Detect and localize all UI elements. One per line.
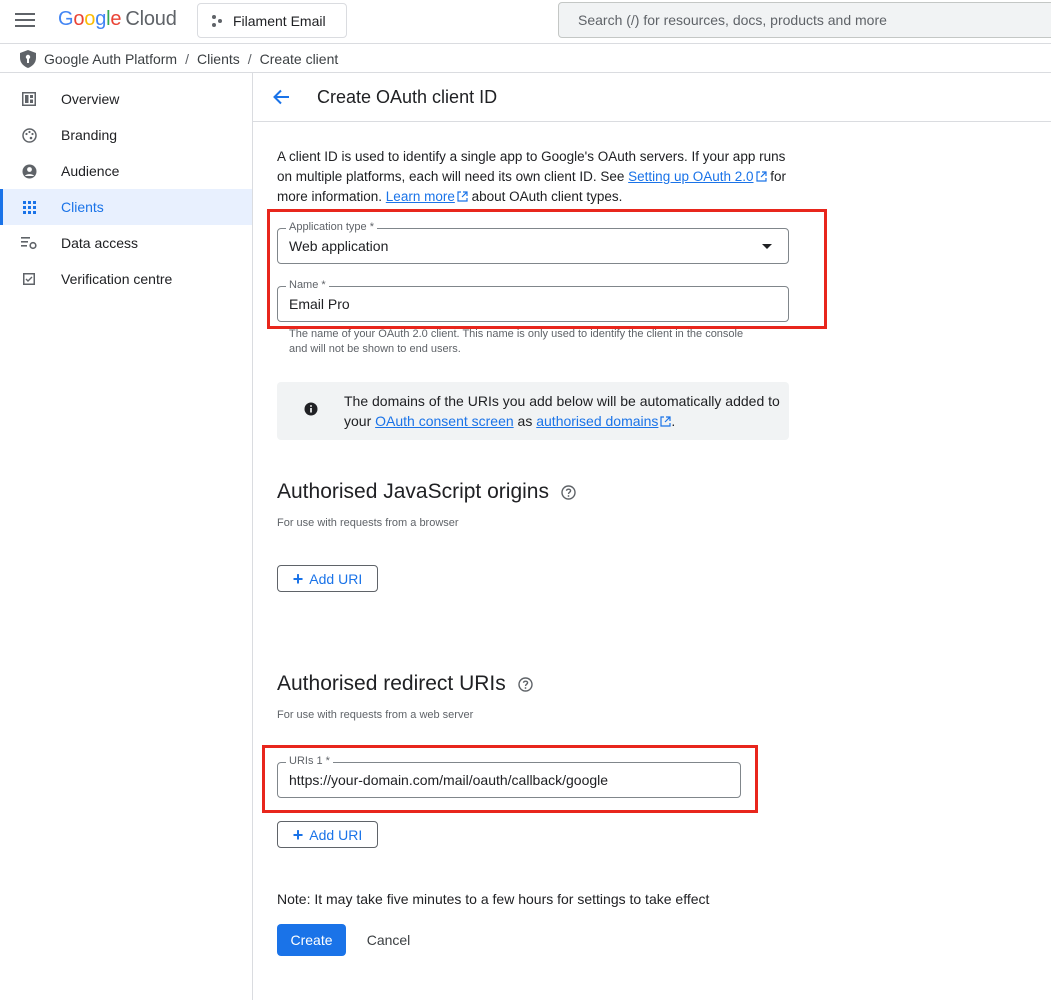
back-arrow-icon[interactable] xyxy=(272,87,292,107)
palette-icon xyxy=(21,127,37,143)
sidebar-item-clients[interactable]: Clients xyxy=(0,189,252,225)
add-uri-label: Add URI xyxy=(309,826,363,843)
info-text-part: . xyxy=(671,413,676,429)
info-text: The domains of the URIs you add below wi… xyxy=(344,391,784,431)
authorised-domains-link[interactable]: authorised domains xyxy=(536,413,658,429)
create-button[interactable]: Create xyxy=(277,924,346,956)
help-icon[interactable] xyxy=(561,484,576,500)
plus-icon: + xyxy=(292,568,304,589)
sidebar-item-label: Branding xyxy=(61,127,118,143)
sidebar-item-audience[interactable]: Audience xyxy=(0,153,252,189)
search-input[interactable] xyxy=(578,12,1051,28)
add-uri-label: Add URI xyxy=(309,570,363,587)
open-in-new-icon xyxy=(457,191,468,202)
redirect-uri-input[interactable] xyxy=(289,772,729,788)
sidebar-item-data-access[interactable]: Data access xyxy=(0,225,252,261)
setting-up-oauth-link[interactable]: Setting up OAuth 2.0 xyxy=(628,169,753,184)
name-label: Name * xyxy=(286,279,329,291)
dashboard-icon xyxy=(21,91,37,107)
account-circle-icon xyxy=(21,163,37,179)
breadcrumb-separator: / xyxy=(185,50,189,67)
sidebar: Overview Branding Audience Clients Data … xyxy=(0,73,253,1000)
project-picker-button[interactable]: Filament Email xyxy=(197,3,347,38)
menu-icon[interactable] xyxy=(15,13,35,29)
data-settings-icon xyxy=(21,235,37,251)
name-field[interactable]: Name * xyxy=(277,279,789,322)
application-type-label: Application type * xyxy=(286,221,377,233)
search-bar[interactable] xyxy=(558,2,1051,38)
redirect-uri-label: URIs 1 * xyxy=(286,755,333,767)
sidebar-item-label: Verification centre xyxy=(61,271,173,287)
shield-icon xyxy=(20,49,36,68)
js-origins-heading: Authorised JavaScript origins xyxy=(277,480,576,504)
add-js-origin-uri-button[interactable]: + Add URI xyxy=(277,565,378,592)
sidebar-item-overview[interactable]: Overview xyxy=(0,81,252,117)
redirect-uris-title: Authorised redirect URIs xyxy=(277,672,506,695)
breadcrumb-google-auth-platform[interactable]: Google Auth Platform xyxy=(44,51,177,67)
info-banner: The domains of the URIs you add below wi… xyxy=(277,382,789,440)
redirect-uris-heading: Authorised redirect URIs xyxy=(277,672,533,696)
sidebar-item-label: Data access xyxy=(61,235,139,251)
redirect-uris-subtitle: For use with requests from a web server xyxy=(277,709,474,721)
intro-text-part: about OAuth client types. xyxy=(467,189,623,204)
name-input[interactable] xyxy=(289,296,769,312)
sidebar-item-verification-centre[interactable]: Verification centre xyxy=(0,261,252,297)
info-text-part: as xyxy=(513,413,537,429)
settings-note: Note: It may take five minutes to a few … xyxy=(277,891,710,907)
grid-icon xyxy=(21,199,37,215)
plus-icon: + xyxy=(292,824,304,845)
open-in-new-icon xyxy=(755,171,767,182)
breadcrumb: Google Auth Platform / Clients / Create … xyxy=(0,45,1051,73)
breadcrumb-create-client: Create client xyxy=(259,50,339,67)
info-icon xyxy=(304,402,318,416)
sidebar-item-label: Audience xyxy=(61,163,120,179)
intro-text: A client ID is used to identify a single… xyxy=(277,147,787,207)
logo-google-text: Google xyxy=(58,8,122,30)
google-cloud-logo[interactable]: Google Cloud xyxy=(58,8,177,31)
breadcrumb-clients[interactable]: Clients xyxy=(197,51,240,67)
js-origins-title: Authorised JavaScript origins xyxy=(277,480,549,503)
top-bar: Google Cloud Filament Email xyxy=(0,0,1051,44)
main-content: Create OAuth client ID A client ID is us… xyxy=(253,73,1051,1000)
breadcrumb-separator: / xyxy=(247,50,252,67)
application-type-select[interactable]: Application type * Web application xyxy=(277,221,789,264)
dropdown-arrow-icon xyxy=(762,244,772,249)
cancel-button[interactable]: Cancel xyxy=(360,924,417,956)
project-icon xyxy=(212,14,222,27)
name-hint: The name of your OAuth 2.0 client. This … xyxy=(289,328,744,355)
open-in-new-icon xyxy=(660,416,672,427)
redirect-uri-field[interactable]: URIs 1 * xyxy=(277,755,741,798)
checkbox-icon xyxy=(21,271,37,287)
page-header: Create OAuth client ID xyxy=(253,73,1051,122)
oauth-consent-screen-link[interactable]: OAuth consent screen xyxy=(375,413,514,429)
sidebar-item-label: Overview xyxy=(61,91,120,107)
learn-more-link[interactable]: Learn more xyxy=(386,189,455,204)
application-type-value: Web application xyxy=(289,238,389,254)
help-icon[interactable] xyxy=(518,676,533,692)
logo-cloud-text: Cloud xyxy=(125,8,177,30)
add-redirect-uri-button[interactable]: + Add URI xyxy=(277,821,378,848)
sidebar-item-label: Clients xyxy=(61,199,104,215)
project-name: Filament Email xyxy=(233,12,326,29)
js-origins-subtitle: For use with requests from a browser xyxy=(277,517,459,529)
page-title: Create OAuth client ID xyxy=(317,86,498,107)
sidebar-item-branding[interactable]: Branding xyxy=(0,117,252,153)
